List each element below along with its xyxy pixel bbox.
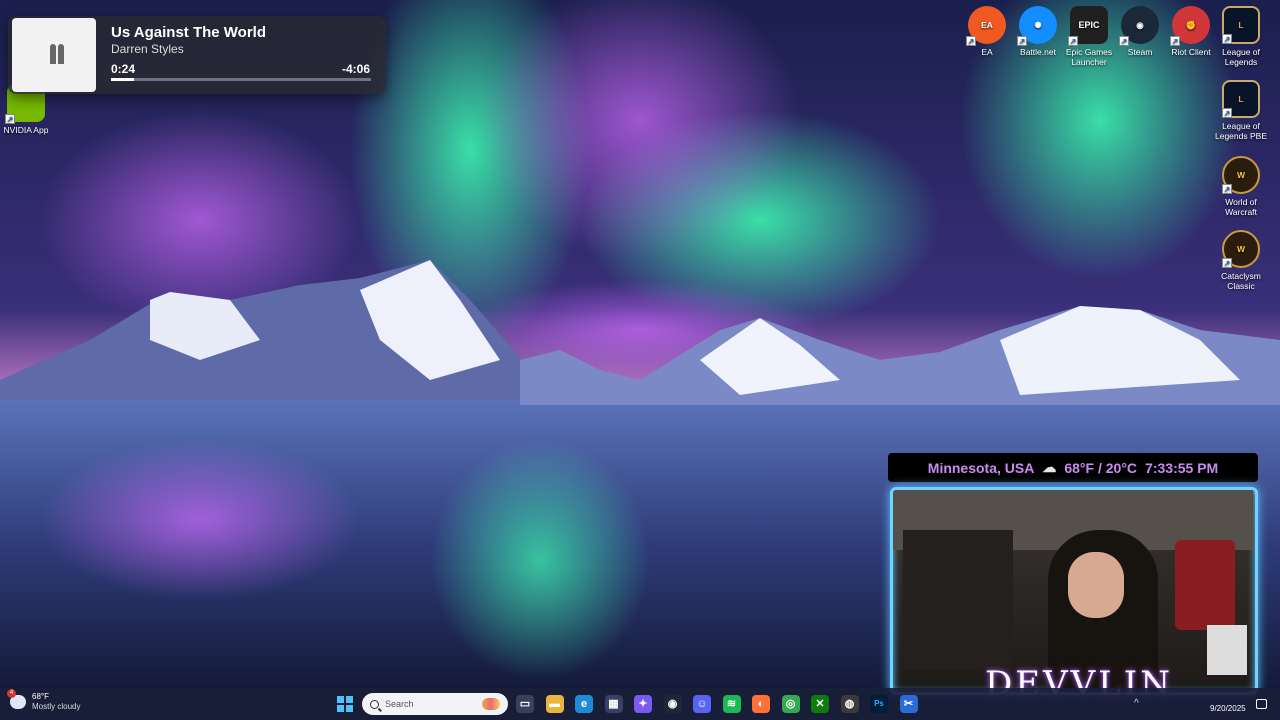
desktop-icon-ea[interactable]: EA ↗ EA — [961, 6, 1013, 57]
league-of-legends-icon: L ↗ — [1222, 6, 1260, 44]
bookshelf — [903, 530, 1013, 670]
store-icon[interactable]: ▦ — [604, 695, 623, 713]
remaining-time: -4:06 — [341, 62, 370, 76]
notification-icon[interactable] — [1256, 699, 1267, 709]
photoshop-icon[interactable]: Ps — [870, 695, 888, 713]
battlenet-icon: ✺ ↗ — [1017, 6, 1057, 46]
desktop-icon-label: EA — [981, 47, 993, 57]
desktop-icon-riot-client[interactable]: ✊ ↗ Riot Client — [1165, 6, 1217, 57]
steam-taskbar-icon[interactable]: ◉ — [663, 695, 682, 713]
weather-temp: 68°F — [32, 692, 49, 701]
desktop-icon-label: Battle.net — [1020, 47, 1056, 57]
search-placeholder: Search — [385, 699, 414, 709]
discord-icon[interactable]: ☺ — [693, 695, 711, 713]
spotify-icon[interactable]: ≋ — [722, 695, 741, 713]
cloud-icon: 4 — [7, 689, 26, 709]
edge-icon[interactable]: e — [575, 695, 593, 713]
task-view-icon[interactable]: ▭ — [516, 695, 534, 713]
desktop-icon-label: NVIDIA App — [3, 125, 49, 135]
desktop-icon-league-of-legends-pbe[interactable]: L ↗ League of Legends PBE — [1215, 80, 1267, 141]
search-highlight-icon — [482, 698, 500, 710]
desktop-icon-world-of-warcraft[interactable]: W ↗ World of Warcraft — [1215, 156, 1267, 217]
now-playing-widget: Us Against The World Darren Styles 0:24 … — [8, 16, 386, 94]
desktop-icon-label: Riot Client — [1171, 47, 1211, 57]
weather-widget[interactable]: 4 68°F Mostly cloudy — [7, 689, 81, 712]
track-artist: Darren Styles — [111, 42, 184, 56]
stream-info-bar: Minnesota, USA ☁ 68°F / 20°C 7:33:55 PM — [888, 453, 1258, 482]
obs-icon[interactable]: ◍ — [840, 695, 859, 713]
time-text: 7:33:55 PM — [1145, 459, 1219, 476]
weather-condition: Mostly cloudy — [32, 702, 81, 711]
monitor — [1207, 625, 1247, 675]
search-box[interactable]: Search — [362, 693, 508, 715]
desktop-icon-label: League of Legends — [1222, 47, 1260, 67]
desktop-icon-cataclysm-classic[interactable]: W ↗ Cataclysm Classic — [1215, 230, 1267, 291]
cataclysm-classic-icon: W ↗ — [1222, 230, 1260, 268]
firefox-icon[interactable]: ◐ — [752, 695, 770, 713]
desktop-icon-epic-games[interactable]: EPIC ↗ Epic Games Launcher — [1063, 6, 1115, 67]
copilot-icon[interactable]: ✦ — [634, 695, 652, 713]
snipping-tool-icon[interactable]: ✂ — [899, 695, 918, 713]
location-text: Minnesota, USA — [927, 459, 1035, 476]
steam-icon: ◉ ↗ — [1119, 6, 1159, 46]
elapsed-time: 0:24 — [111, 62, 136, 76]
world-of-warcraft-icon: W ↗ — [1222, 156, 1260, 194]
partly-cloudy-icon: ☁ — [1042, 459, 1057, 475]
gaming-chair — [1175, 540, 1235, 630]
desktop-icon-label: World of Warcraft — [1225, 197, 1257, 217]
desktop-icon-league-of-legends[interactable]: L ↗ League of Legends — [1215, 6, 1267, 67]
xbox-icon[interactable]: ✕ — [811, 695, 829, 713]
album-art — [12, 18, 96, 92]
chrome-icon[interactable]: ◎ — [781, 695, 800, 713]
shortcut-arrow-icon: ↗ — [5, 114, 15, 124]
desktop-icon-battlenet[interactable]: ✺ ↗ Battle.net — [1012, 6, 1064, 57]
league-of-legends-pbe-icon: L ↗ — [1222, 80, 1260, 118]
start-button[interactable] — [337, 696, 353, 712]
search-icon — [370, 699, 379, 709]
progress-fill — [111, 78, 135, 81]
streamer-face — [1068, 552, 1124, 618]
temperature-text: 68°F / 20°C — [1064, 459, 1138, 476]
taskbar: 4 68°F Mostly cloudy Search ▭ ▬ e ▦ ✦ ◉ ☺ ≋ ◐ ◎ ✕ ◍… — [0, 688, 1280, 720]
progress-track — [111, 78, 371, 81]
track-title: Us Against The World — [111, 24, 267, 41]
desktop-icon-label: League of Legends PBE — [1215, 121, 1267, 141]
epic-games-icon: EPIC ↗ — [1068, 6, 1108, 46]
desktop-icon-label: Cataclysm Classic — [1221, 271, 1261, 291]
desktop-icon-steam[interactable]: ◉ ↗ Steam — [1114, 6, 1166, 57]
desktop-icon-label: Epic Games Launcher — [1065, 47, 1113, 67]
ea-icon: EA ↗ — [966, 6, 1006, 46]
riot-client-icon: ✊ ↗ — [1170, 6, 1210, 46]
taskbar-date[interactable]: 9/20/2025 — [1210, 704, 1246, 713]
tray-overflow-button[interactable]: ^ — [1134, 698, 1139, 709]
desktop-icon-label: Steam — [1127, 47, 1153, 57]
weather-badge: 4 — [7, 689, 16, 698]
file-explorer-icon[interactable]: ▬ — [545, 695, 564, 713]
